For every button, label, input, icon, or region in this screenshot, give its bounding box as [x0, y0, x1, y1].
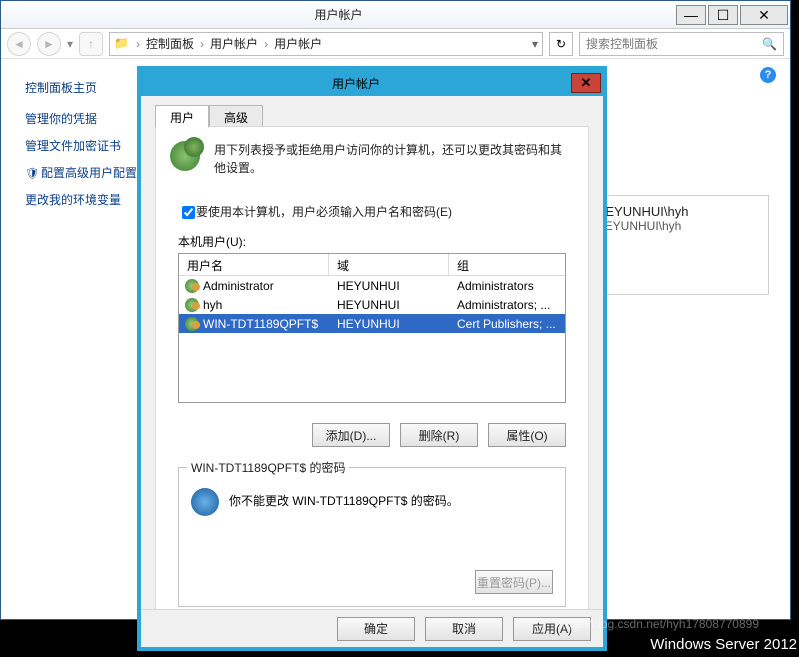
nav-dropdown-icon[interactable]: ▾ [67, 37, 73, 51]
list-buttons: 添加(D)... 删除(R) 属性(O) [312, 423, 566, 447]
server-label: Windows Server 2012 [650, 636, 797, 653]
refresh-button[interactable]: ↻ [549, 32, 573, 56]
tab-advanced[interactable]: 高级 [209, 105, 263, 128]
cell-name: Administrator [203, 279, 274, 293]
cell-domain: HEYUNHUI [329, 317, 449, 331]
dialog-close-button[interactable]: ✕ [571, 73, 601, 93]
user-icon [185, 317, 199, 331]
user-row[interactable]: Administrator HEYUNHUI Administrators [179, 276, 565, 295]
cancel-button[interactable]: 取消 [425, 617, 503, 641]
dialog-description: 用下列表授予或拒绝用户访问你的计算机，还可以更改其密码和其他设置。 [214, 141, 568, 177]
user-row-selected[interactable]: WIN-TDT1189QPFT$ HEYUNHUI Cert Publisher… [179, 314, 565, 333]
sidelink-certs[interactable]: 管理文件加密证书 [25, 137, 155, 154]
window-title: 用户帐户 [1, 6, 676, 23]
breadcrumb-bar[interactable]: 📁 › 控制面板 › 用户帐户 › 用户帐户 ▾ [109, 32, 543, 56]
separator-icon: › [200, 37, 204, 51]
breadcrumb-dropdown-icon[interactable]: ▾ [532, 37, 538, 51]
cell-group: Administrators [449, 279, 565, 293]
globe-icon [191, 488, 219, 516]
sidelink-advanced-users[interactable]: 配置高级用户配置 [25, 164, 155, 181]
breadcrumb-mid[interactable]: 用户帐户 [210, 35, 258, 52]
ok-button[interactable]: 确定 [337, 617, 415, 641]
search-input[interactable]: 搜索控制面板 🔍 [579, 32, 784, 56]
password-text: 你不能更改 WIN-TDT1189QPFT$ 的密码。 [229, 492, 459, 509]
user-name-secondary: HEYUNHUI\hyh [596, 219, 756, 233]
user-name-primary: HEYUNHUI\hyh [596, 204, 756, 219]
user-row[interactable]: hyh HEYUNHUI Administrators; ... [179, 295, 565, 314]
reset-password-button: 重置密码(P)... [475, 570, 553, 594]
side-panel: 控制面板主页 管理你的凭据 管理文件加密证书 配置高级用户配置 更改我的环境变量 [25, 79, 155, 218]
watermark-text: https://blog.csdn.net/hyh17808770899 [556, 617, 760, 631]
up-button[interactable]: ↑ [79, 32, 103, 56]
list-header: 用户名 域 组 [179, 254, 565, 276]
properties-button[interactable]: 属性(O) [488, 423, 566, 447]
users-list[interactable]: 用户名 域 组 Administrator HEYUNHUI Administr… [178, 253, 566, 403]
password-fieldset: WIN-TDT1189QPFT$ 的密码 你不能更改 WIN-TDT1189QP… [178, 467, 566, 607]
breadcrumb-root[interactable]: 控制面板 [146, 35, 194, 52]
user-card: HEYUNHUI\hyh HEYUNHUI\hyh [583, 195, 769, 295]
cell-group: Cert Publishers; ... [449, 317, 565, 331]
users-list-label: 本机用户(U): [178, 233, 246, 250]
cell-domain: HEYUNHUI [329, 279, 449, 293]
cell-group: Administrators; ... [449, 298, 565, 312]
help-icon[interactable]: ? [760, 67, 776, 83]
dialog-footer: 确定 取消 应用(A) [141, 609, 603, 647]
add-button[interactable]: 添加(D)... [312, 423, 390, 447]
side-header[interactable]: 控制面板主页 [25, 79, 155, 96]
separator-icon: › [264, 37, 268, 51]
require-password-label: 要使用本计算机，用户必须输入用户名和密码(E) [196, 203, 452, 220]
maximize-button[interactable]: ☐ [708, 5, 738, 25]
user-icon [185, 279, 199, 293]
search-icon: 🔍 [762, 37, 777, 51]
nav-bar: ◄ ► ▾ ↑ 📁 › 控制面板 › 用户帐户 › 用户帐户 ▾ ↻ 搜索控制面… [1, 29, 790, 59]
col-group[interactable]: 组 [449, 254, 565, 275]
cell-domain: HEYUNHUI [329, 298, 449, 312]
dialog-titlebar[interactable]: 用户帐户 ✕ [141, 70, 603, 96]
minimize-button[interactable]: — [676, 5, 706, 25]
col-username[interactable]: 用户名 [179, 254, 329, 275]
breadcrumb-leaf[interactable]: 用户帐户 [274, 35, 322, 52]
dialog-title: 用户帐户 [141, 75, 571, 92]
search-placeholder: 搜索控制面板 [586, 35, 762, 52]
sidelink-env-vars[interactable]: 更改我的环境变量 [25, 191, 155, 208]
tab-users[interactable]: 用户 [155, 105, 209, 128]
folder-icon: 📁 [114, 36, 130, 52]
window-titlebar[interactable]: 用户帐户 — ☐ ✕ [1, 1, 790, 29]
cell-name: hyh [203, 298, 222, 312]
user-icon [185, 298, 199, 312]
close-button[interactable]: ✕ [740, 5, 788, 25]
remove-button[interactable]: 删除(R) [400, 423, 478, 447]
forward-button[interactable]: ► [37, 32, 61, 56]
sidelink-credentials[interactable]: 管理你的凭据 [25, 110, 155, 127]
require-password-checkbox[interactable] [182, 206, 195, 219]
users-icon [170, 141, 200, 171]
password-legend: WIN-TDT1189QPFT$ 的密码 [187, 459, 349, 476]
separator-icon: › [136, 37, 140, 51]
col-domain[interactable]: 域 [329, 254, 449, 275]
user-accounts-dialog: 用户帐户 ✕ 用户 高级 用下列表授予或拒绝用户访问你的计算机，还可以更改其密码… [137, 66, 607, 651]
tab-strip: 用户 高级 [155, 104, 589, 127]
cell-name: WIN-TDT1189QPFT$ [203, 317, 318, 331]
back-button[interactable]: ◄ [7, 32, 31, 56]
